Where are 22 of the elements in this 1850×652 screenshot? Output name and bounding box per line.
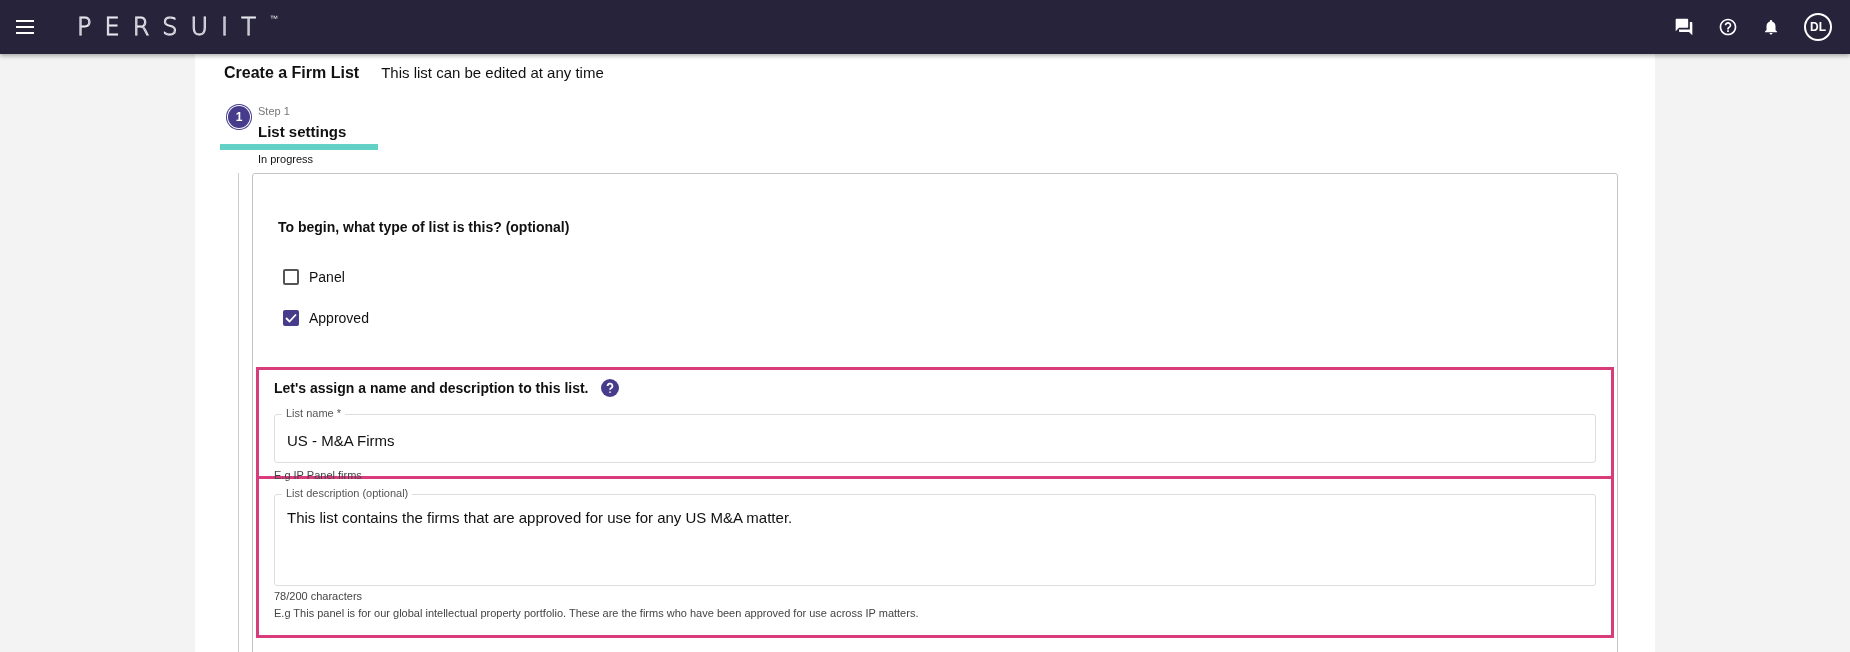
checkbox-label: Approved — [309, 309, 369, 326]
menu-icon[interactable] — [16, 20, 34, 34]
trademark: ™ — [269, 14, 278, 23]
help-icon[interactable] — [1718, 17, 1738, 37]
page-title: Create a Firm List — [224, 64, 360, 82]
step-number: 1 — [228, 106, 250, 128]
step-status: In progress — [258, 153, 314, 165]
chat-icon[interactable] — [1674, 17, 1694, 37]
bell-icon[interactable] — [1762, 17, 1780, 37]
step-title[interactable]: List settings — [258, 123, 347, 140]
checkbox[interactable] — [283, 268, 299, 285]
logo: PERSUIT — [77, 13, 269, 41]
step-caption: Step 1 — [258, 105, 290, 117]
help-icon[interactable] — [600, 379, 619, 397]
checkbox[interactable] — [283, 309, 299, 326]
section-heading: Let's assign a name and description to this list. — [274, 380, 589, 396]
question-text: To begin, what type of list is this? (optional) — [277, 218, 571, 235]
character-counter: 78/200 characters — [274, 590, 364, 602]
page-subtitle: This list can be edited at any time — [381, 64, 604, 81]
checkbox-label: Panel — [309, 268, 345, 285]
user-avatar[interactable]: DL — [1804, 13, 1832, 41]
field-hint: E.g This panel is for our global intellectual property portfolio. These are the firms who have been approved for use across IP matters. — [274, 607, 920, 619]
